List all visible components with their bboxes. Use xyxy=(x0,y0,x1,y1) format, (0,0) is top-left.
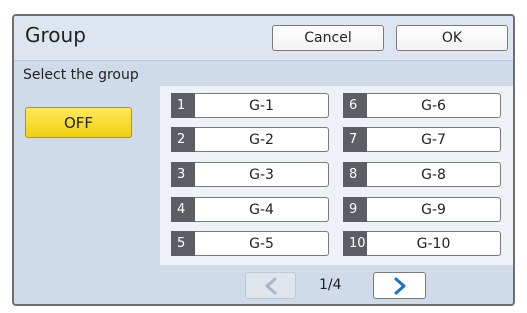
cancel-button[interactable]: Cancel xyxy=(272,25,384,51)
group-button-9[interactable]: 9 G-9 xyxy=(343,197,501,222)
group-button-2[interactable]: 2 G-2 xyxy=(171,127,329,152)
group-dialog: Group Cancel OK Select the group OFF 1 G… xyxy=(12,14,515,306)
group-number: 6 xyxy=(343,93,367,118)
group-number: 4 xyxy=(171,197,195,222)
group-label: G-6 xyxy=(367,93,501,118)
group-number: 10 xyxy=(343,231,367,256)
select-group-label: Select the group xyxy=(23,67,139,83)
group-label: G-8 xyxy=(367,162,501,187)
next-page-button[interactable] xyxy=(373,272,426,299)
page-indicator: 1/4 xyxy=(319,277,342,293)
group-label: G-1 xyxy=(195,93,329,118)
group-number: 9 xyxy=(343,197,367,222)
previous-page-button[interactable] xyxy=(245,272,296,299)
group-button-1[interactable]: 1 G-1 xyxy=(171,93,329,118)
group-label: G-7 xyxy=(367,127,501,152)
ok-button[interactable]: OK xyxy=(396,25,508,51)
group-button-3[interactable]: 3 G-3 xyxy=(171,162,329,187)
group-list-panel: 1 G-1 2 G-2 3 G-3 4 G-4 5 G-5 6 G-6 7 G-… xyxy=(160,86,513,265)
group-button-6[interactable]: 6 G-6 xyxy=(343,93,501,118)
off-button[interactable]: OFF xyxy=(25,107,132,138)
chevron-right-icon xyxy=(394,277,405,294)
dialog-title: Group xyxy=(25,23,86,47)
group-button-8[interactable]: 8 G-8 xyxy=(343,162,501,187)
group-label: G-10 xyxy=(367,231,501,256)
group-label: G-3 xyxy=(195,162,329,187)
group-number: 1 xyxy=(171,93,195,118)
group-label: G-4 xyxy=(195,197,329,222)
group-number: 7 xyxy=(343,127,367,152)
group-number: 8 xyxy=(343,162,367,187)
group-button-7[interactable]: 7 G-7 xyxy=(343,127,501,152)
dialog-header: Group Cancel OK xyxy=(14,16,513,61)
chevron-left-icon xyxy=(265,277,276,294)
group-number: 2 xyxy=(171,127,195,152)
group-label: G-2 xyxy=(195,127,329,152)
group-number: 3 xyxy=(171,162,195,187)
group-button-4[interactable]: 4 G-4 xyxy=(171,197,329,222)
group-label: G-5 xyxy=(195,231,329,256)
group-button-5[interactable]: 5 G-5 xyxy=(171,231,329,256)
group-number: 5 xyxy=(171,231,195,256)
group-label: G-9 xyxy=(367,197,501,222)
group-button-10[interactable]: 10 G-10 xyxy=(343,231,501,256)
